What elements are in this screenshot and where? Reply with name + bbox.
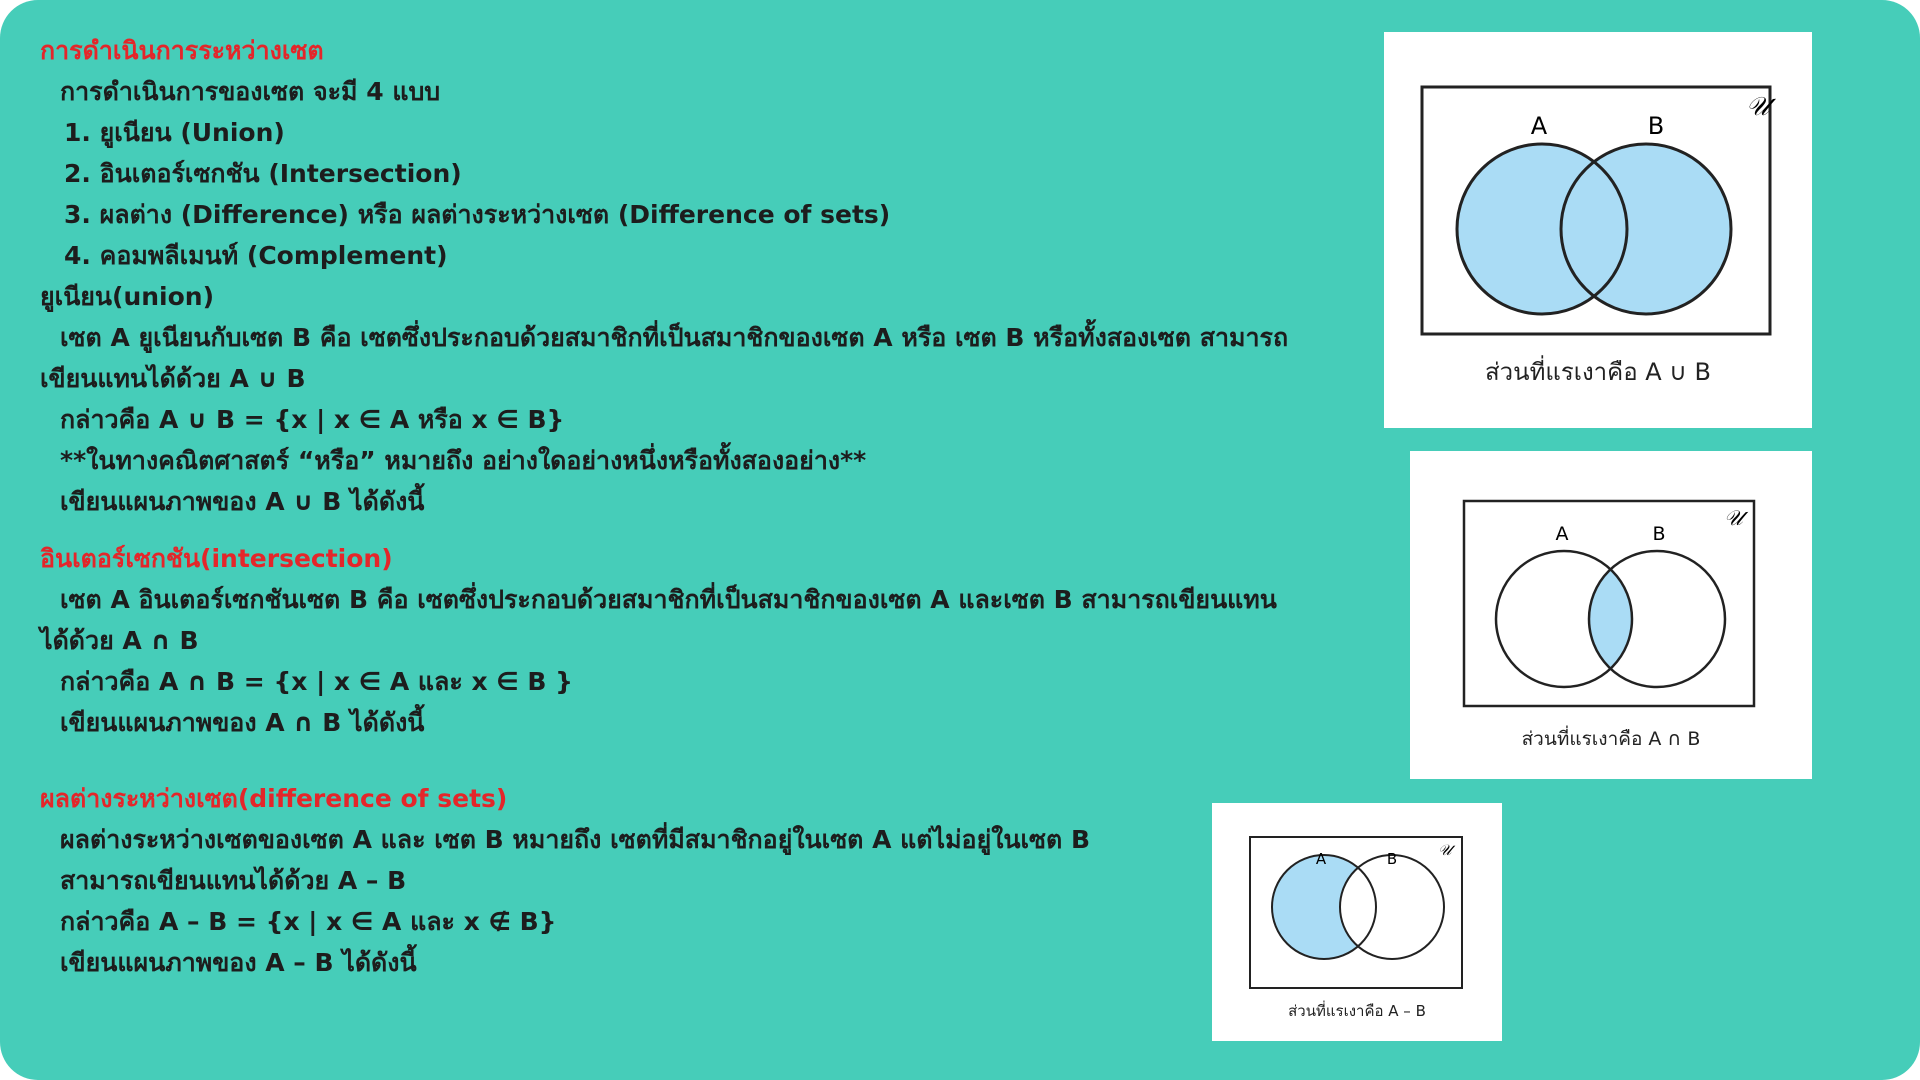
union-diagram-caption: ส่วนที่แรเงาคือ A ∪ B (1485, 358, 1711, 386)
difference-heading: ผลต่างระหว่างเซต(difference of sets) (40, 784, 508, 813)
operation-item-complement: 4. คอมพลีเมนท์ (Complement) (64, 241, 448, 270)
union-heading: ยูเนียน(union) (40, 282, 215, 311)
difference-set-builder: กล่าวคือ A – B = {x | x ∈ A และ x ∉ B} (60, 907, 557, 936)
difference-definition-line2: สามารถเขียนแทนได้ด้วย A – B (60, 866, 407, 895)
union-note: **ในทางคณิตศาสตร์ “หรือ” หมายถึง อย่างใด… (60, 446, 867, 475)
universe-label: 𝒰 (1724, 506, 1749, 530)
universe-label: 𝒰 (1438, 841, 1456, 859)
union-definition-line1: เซต A ยูเนียนกับเซต B คือ เซตซึ่งประกอบด… (60, 323, 1289, 352)
difference-definition-line1: ผลต่างระหว่างเซตของเซต A และ เซต B หมายถ… (60, 825, 1091, 854)
set-a-label: A (1556, 523, 1569, 545)
intersection-venn-card: A B 𝒰 ส่วนที่แรเงาคือ A ∩ B (1410, 451, 1812, 779)
intersection-heading: อินเตอร์เซกชัน(intersection) (40, 544, 393, 573)
intersection-diagram-caption: ส่วนที่แรเงาคือ A ∩ B (1521, 728, 1701, 750)
operations-intro: การดำเนินการของเซต จะมี 4 แบบ (60, 77, 441, 106)
set-b-label: B (1652, 523, 1665, 545)
difference-diagram-intro: เขียนแผนภาพของ A – B ได้ดังนี้ (60, 948, 417, 977)
universe-label: 𝒰 (1746, 92, 1777, 122)
set-b-label: B (1387, 850, 1397, 868)
set-a-label: A (1531, 112, 1548, 140)
union-set-builder: กล่าวคือ A ∪ B = {x | x ∈ A หรือ x ∈ B} (60, 405, 565, 434)
slide: การดำเนินการระหว่างเซต การดำเนินการของเซ… (0, 0, 1920, 1080)
set-a-label: A (1316, 850, 1327, 868)
operation-item-difference: 3. ผลต่าง (Difference) หรือ ผลต่างระหว่า… (64, 200, 891, 229)
union-definition-line2: เขียนแทนได้ด้วย A ∪ B (40, 364, 306, 393)
difference-diagram-caption: ส่วนที่แรเงาคือ A – B (1288, 1002, 1426, 1020)
intersection-definition-line2: ได้ด้วย A ∩ B (40, 626, 199, 655)
intersection-set-builder: กล่าวคือ A ∩ B = {x | x ∈ A และ x ∈ B } (60, 667, 573, 696)
union-venn-card: A B 𝒰 ส่วนที่แรเงาคือ A ∪ B (1384, 32, 1812, 428)
operation-item-union: 1. ยูเนียน (Union) (64, 118, 285, 147)
union-diagram-intro: เขียนแผนภาพของ A ∪ B ได้ดังนี้ (60, 487, 425, 516)
operation-item-intersection: 2. อินเตอร์เซกชัน (Intersection) (64, 159, 462, 188)
section-heading-operations: การดำเนินการระหว่างเซต (40, 36, 324, 65)
intersection-definition-line1: เซต A อินเตอร์เซกชันเซต B คือ เซตซึ่งประ… (60, 585, 1277, 614)
difference-venn-card: A B 𝒰 ส่วนที่แรเงาคือ A – B (1212, 803, 1502, 1041)
intersection-diagram-intro: เขียนแผนภาพของ A ∩ B ได้ดังนี้ (60, 708, 425, 737)
set-b-label: B (1648, 112, 1664, 140)
